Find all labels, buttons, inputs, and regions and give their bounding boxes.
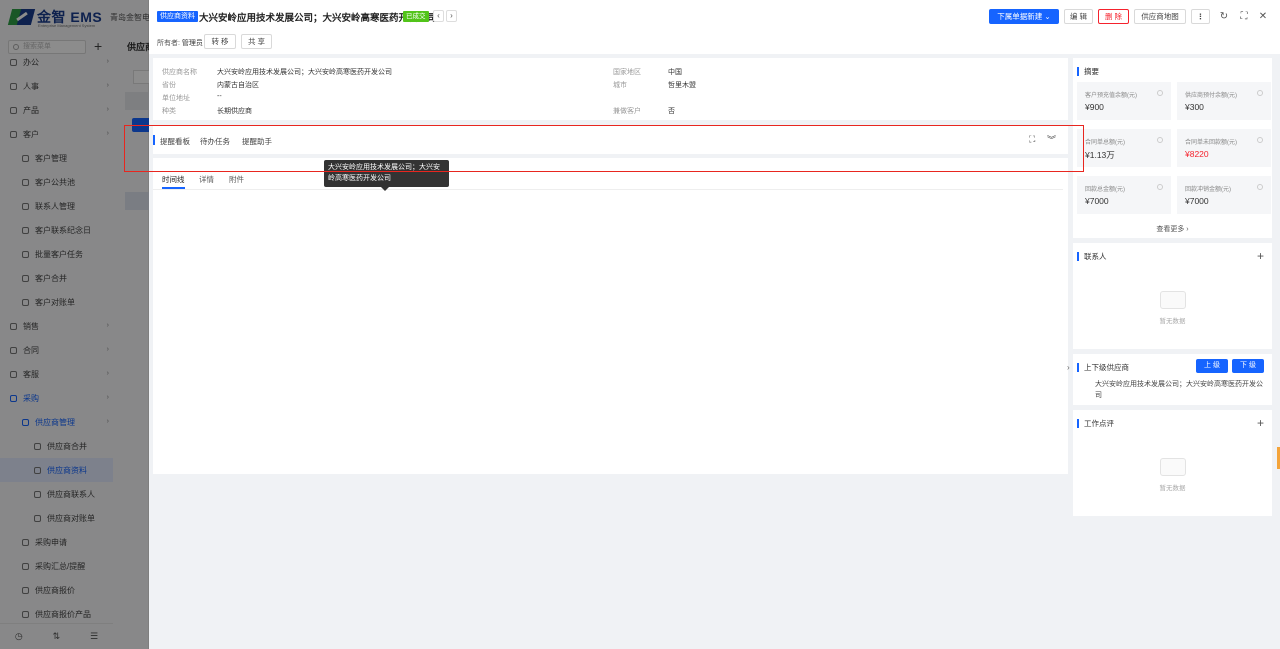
prev-record-button[interactable]: ‹ bbox=[433, 10, 444, 22]
supplier-map-button[interactable]: 供应商地图 bbox=[1134, 9, 1186, 24]
supplier-chain-title: 上下级供应商 bbox=[1077, 363, 1129, 372]
chevron-down-icon: ⌄ bbox=[1044, 12, 1051, 21]
country-field: 国家地区 中国 bbox=[613, 69, 682, 76]
province-field: 省份 内蒙古自治区 bbox=[162, 82, 259, 89]
category-field: 种类 长期供应商 bbox=[162, 108, 252, 115]
stat-label: 回款冲销金额(元) bbox=[1185, 187, 1231, 193]
empty-box-icon bbox=[1159, 291, 1186, 309]
view-more-link[interactable]: 查看更多 › bbox=[1073, 224, 1272, 234]
stat-value: ¥1.13万 bbox=[1085, 150, 1115, 160]
stat-value: ¥8220 bbox=[1185, 149, 1209, 159]
empty-state: 暂无数据 bbox=[1073, 458, 1272, 492]
title-tooltip: 大兴安岭应用技术发展公司；大兴安岭高寒医药开发公司 bbox=[324, 160, 449, 191]
supplier-info-card: 供应商名称 大兴安岭应用技术发展公司；大兴安岭高寒医药开发公司 省份 内蒙古自治区 … bbox=[153, 58, 1068, 120]
summary-stat: 供应商预付余额(元) ¥300 bbox=[1177, 82, 1271, 120]
tab-timeline[interactable]: 时间线 bbox=[162, 174, 185, 189]
empty-state: 暂无数据 bbox=[1073, 291, 1272, 325]
info-icon[interactable] bbox=[1157, 90, 1163, 96]
new-subordinate-button[interactable]: 下属单据新建 ⌄ bbox=[989, 9, 1059, 24]
info-icon[interactable] bbox=[1257, 137, 1263, 143]
info-icon[interactable] bbox=[1257, 90, 1263, 96]
more-options-icon[interactable]: ⋮ bbox=[1191, 9, 1210, 24]
stat-label: 供应商预付余额(元) bbox=[1185, 93, 1237, 99]
address-field: 单位地址 -- bbox=[162, 93, 222, 102]
expand-icon[interactable]: ⛶ bbox=[1029, 134, 1035, 145]
work-review-title: 工作点评 bbox=[1077, 419, 1114, 428]
status-badge: 已成交 bbox=[403, 11, 429, 22]
supplier-name-field: 供应商名称 大兴安岭应用技术发展公司；大兴安岭高寒医药开发公司 bbox=[162, 69, 392, 76]
parent-supplier-button[interactable]: 上 级 bbox=[1196, 359, 1228, 373]
owner-info: 所有者: 管理员 bbox=[157, 40, 203, 47]
city-field: 城市 哲里木盟 bbox=[613, 82, 696, 89]
tab-attachments[interactable]: 附件 bbox=[229, 174, 244, 185]
contacts-card: 联系人 + 暂无数据 bbox=[1073, 243, 1272, 349]
summary-stat: 客户预充值余额(元) ¥900 bbox=[1077, 82, 1171, 120]
info-icon[interactable] bbox=[1257, 184, 1263, 190]
stat-label: 合同单未回款额(元) bbox=[1185, 140, 1237, 146]
refresh-icon[interactable]: ↻ bbox=[1218, 11, 1230, 22]
record-type-tag: 供应商资料 bbox=[157, 11, 198, 22]
supplier-chain-desc: 大兴安岭应用技术发展公司；大兴安岭高寒医药开发公司 bbox=[1095, 381, 1263, 399]
summary-stat: 回款冲销金额(元) ¥7000 bbox=[1177, 176, 1271, 214]
stat-value: ¥7000 bbox=[1185, 196, 1209, 206]
timeline-panel: 时间线 详情 附件 大兴安岭应用技术发展公司；大兴安岭高寒医药开发公司 bbox=[153, 158, 1068, 474]
summary-stat: 回款总金额(元) ¥7000 bbox=[1077, 176, 1171, 214]
stat-label: 合同单总额(元) bbox=[1085, 140, 1125, 146]
summary-card: 摘要 客户预充值余额(元) ¥900 供应商预付余额(元) ¥300 合同单总额(元) ¥… bbox=[1073, 58, 1272, 238]
tab-details[interactable]: 详情 bbox=[199, 174, 214, 185]
add-contact-icon[interactable]: + bbox=[1257, 249, 1264, 263]
reminder-tabs: 提醒看板 待办任务 提醒助手 ⛶ ︾ bbox=[153, 126, 1068, 154]
stat-label: 回款总金额(元) bbox=[1085, 187, 1125, 193]
is-customer-field: 兼做客户否 bbox=[613, 108, 675, 115]
close-icon[interactable]: ✕ bbox=[1257, 11, 1269, 22]
collapse-panel-icon[interactable]: › bbox=[1067, 363, 1070, 372]
stat-value: ¥7000 bbox=[1085, 196, 1109, 206]
supplier-detail-drawer: 供应商资料 大兴安岭应用技术发展公司；大兴安岭高寒医药开发公司 已成交 ‹ › … bbox=[149, 0, 1280, 649]
section-marker bbox=[153, 135, 155, 145]
tab-reminder-board[interactable]: 提醒看板 bbox=[160, 136, 190, 147]
stat-value: ¥900 bbox=[1085, 102, 1104, 112]
record-title: 大兴安岭应用技术发展公司；大兴安岭高寒医药开发公司 bbox=[199, 13, 437, 24]
next-record-button[interactable]: › bbox=[446, 10, 457, 22]
modal-mask[interactable] bbox=[0, 0, 149, 649]
double-chevron-down-icon[interactable]: ︾ bbox=[1047, 133, 1056, 146]
info-icon[interactable] bbox=[1157, 137, 1163, 143]
summary-stat: 合同单总额(元) ¥1.13万 bbox=[1077, 129, 1171, 167]
edit-button[interactable]: 编 辑 bbox=[1064, 9, 1093, 24]
contacts-title: 联系人 bbox=[1077, 252, 1107, 261]
detail-tabs: 时间线 详情 附件 bbox=[153, 172, 1063, 190]
supplier-chain-card: 上下级供应商 上 级 下 级 大兴安岭应用技术发展公司；大兴安岭高寒医药开发公司 bbox=[1073, 354, 1272, 405]
fullscreen-icon[interactable]: ⛶ bbox=[1238, 11, 1250, 22]
add-review-icon[interactable]: + bbox=[1257, 416, 1264, 430]
tab-todo-tasks[interactable]: 待办任务 bbox=[200, 136, 230, 147]
chevron-right-icon: › bbox=[1186, 226, 1189, 233]
stat-label: 客户预充值余额(元) bbox=[1085, 93, 1137, 99]
drawer-header: 供应商资料 大兴安岭应用技术发展公司；大兴安岭高寒医药开发公司 已成交 ‹ › … bbox=[149, 0, 1280, 54]
tab-reminder-assistant[interactable]: 提醒助手 bbox=[242, 136, 272, 147]
delete-button[interactable]: 删 除 bbox=[1098, 9, 1129, 24]
summary-stat: 合同单未回款额(元) ¥8220 bbox=[1177, 129, 1271, 167]
stat-value: ¥300 bbox=[1185, 102, 1204, 112]
transfer-button[interactable]: 转 移 bbox=[204, 34, 236, 49]
share-button[interactable]: 共 享 bbox=[241, 34, 272, 49]
work-review-card: 工作点评 + 暂无数据 bbox=[1073, 410, 1272, 516]
child-supplier-button[interactable]: 下 级 bbox=[1232, 359, 1264, 373]
info-icon[interactable] bbox=[1157, 184, 1163, 190]
summary-title: 摘要 bbox=[1077, 67, 1099, 76]
empty-box-icon bbox=[1159, 458, 1186, 476]
